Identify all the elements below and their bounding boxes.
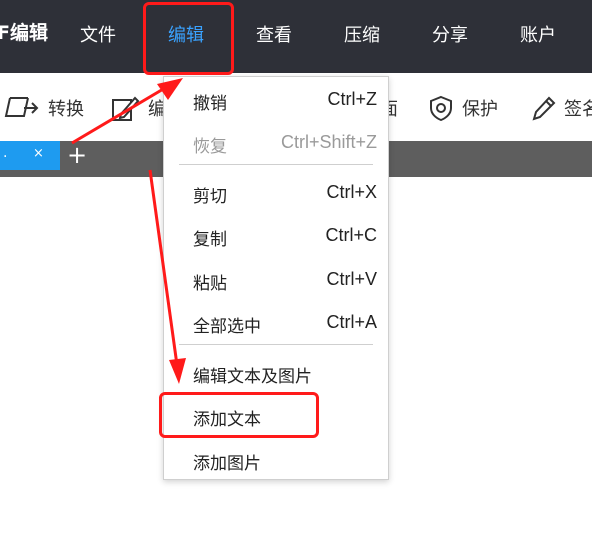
arrow-to-add-text [148,169,186,384]
arrow-to-tab [71,78,183,145]
annotation-arrows [71,78,186,384]
